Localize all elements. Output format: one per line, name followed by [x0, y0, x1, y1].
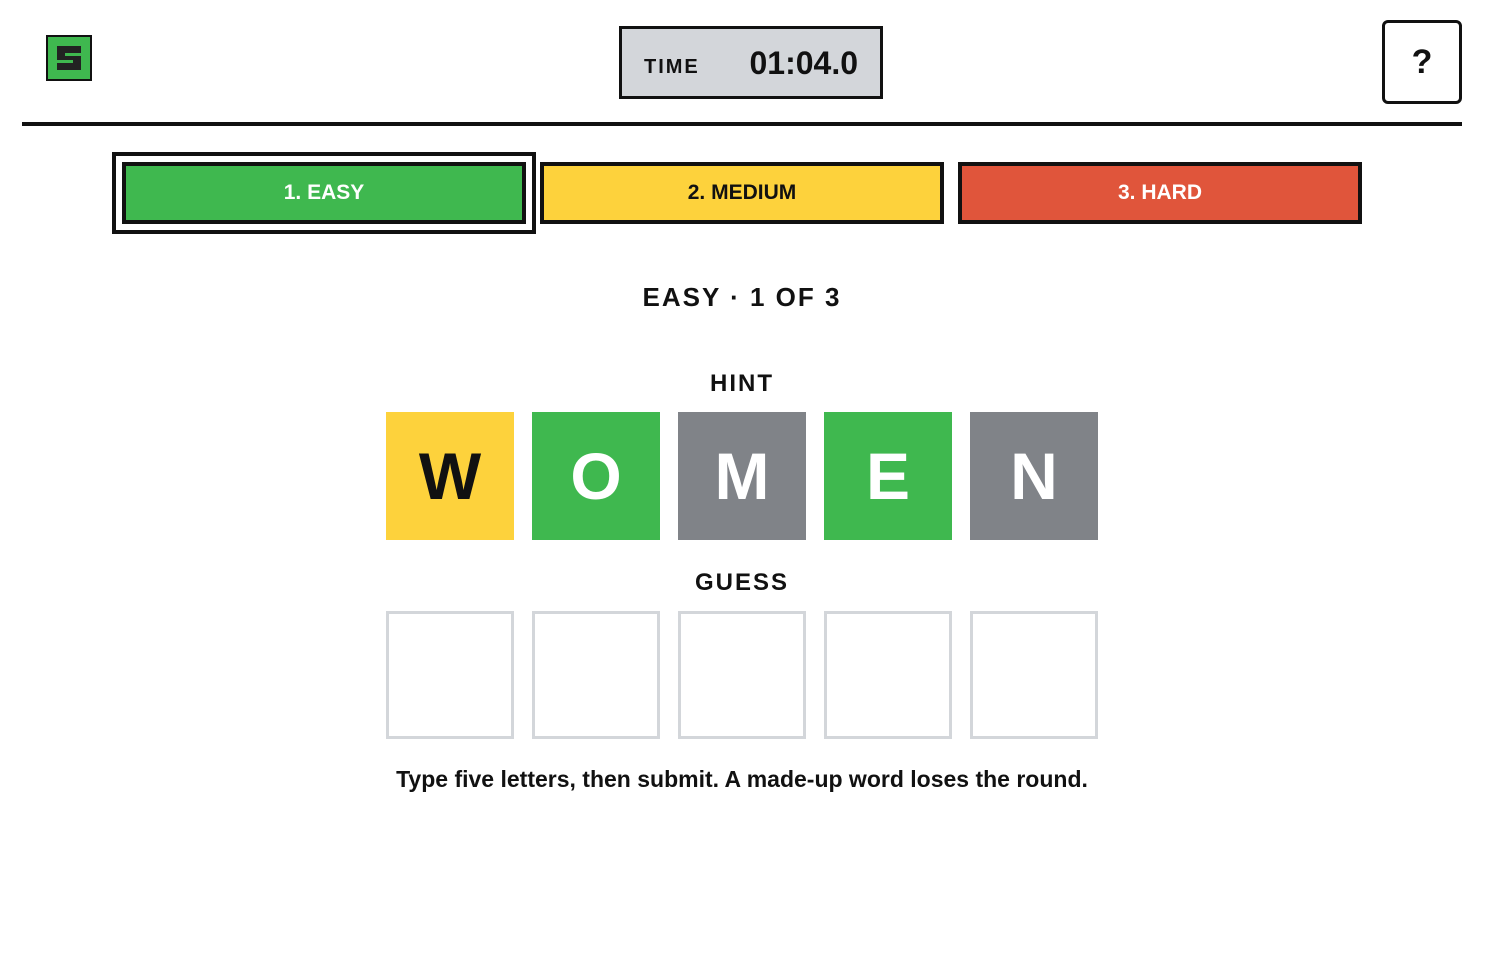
tab-hard[interactable]: 3. HARD: [958, 162, 1362, 224]
hint-row: W O M E N: [386, 412, 1098, 540]
hint-tile: N: [970, 412, 1098, 540]
guess-row: [386, 611, 1098, 739]
guess-label: GUESS: [694, 569, 790, 596]
timer-label: TIME: [644, 56, 700, 78]
hint-tile: W: [386, 412, 514, 540]
s-logo-icon[interactable]: [46, 35, 92, 81]
timer-value: 01:04.0: [749, 45, 858, 81]
timer: TIME 01:04.0: [619, 26, 883, 99]
guess-tile[interactable]: [386, 611, 514, 739]
guess-tile[interactable]: [970, 611, 1098, 739]
hint-tile: M: [678, 412, 806, 540]
guess-tile[interactable]: [678, 611, 806, 739]
header: TIME 01:04.0 ?: [22, 0, 1462, 126]
help-button[interactable]: ?: [1382, 20, 1462, 104]
guess-tile[interactable]: [824, 611, 952, 739]
tab-easy[interactable]: 1. EASY: [122, 162, 526, 224]
instructions-text: Type five letters, then submit. A made-u…: [396, 766, 1088, 792]
guess-tile[interactable]: [532, 611, 660, 739]
hint-tile: O: [532, 412, 660, 540]
tab-medium[interactable]: 2. MEDIUM: [540, 162, 944, 224]
round-label: EASY · 1 OF 3: [642, 282, 842, 312]
hint-tile: E: [824, 412, 952, 540]
hint-label: HINT: [710, 370, 774, 397]
